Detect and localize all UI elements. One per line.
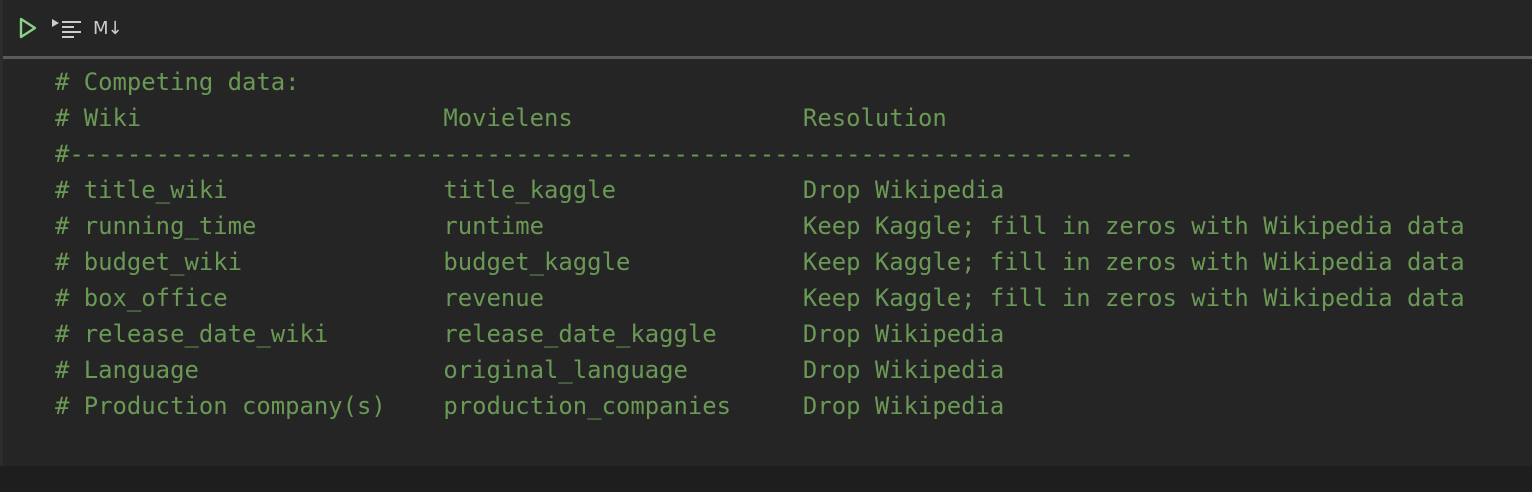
code-line: # box_office revenue Keep Kaggle; fill i… <box>55 284 1465 312</box>
notebook-cell[interactable]: M↓ # Competing data: # Wiki Movielens Res… <box>0 0 1532 466</box>
run-by-line-button[interactable] <box>49 14 83 42</box>
code-editor[interactable]: # Competing data: # Wiki Movielens Resolu… <box>55 64 1465 424</box>
code-line: # budget_wiki budget_kaggle Keep Kaggle;… <box>55 248 1465 276</box>
markdown-toggle-button[interactable]: M↓ <box>93 14 123 42</box>
cell-bottom-gap <box>0 466 1532 492</box>
code-line: # running_time runtime Keep Kaggle; fill… <box>55 212 1465 240</box>
code-line: #---------------------------------------… <box>55 140 1134 168</box>
code-line: # title_wiki title_kaggle Drop Wikipedia <box>55 176 1005 204</box>
code-line: # Language original_language Drop Wikipe… <box>55 356 1005 384</box>
code-line: # Competing data: <box>55 68 300 96</box>
run-by-line-icon <box>52 19 81 38</box>
code-line: # release_date_wiki release_date_kaggle … <box>55 320 1005 348</box>
code-line: # Wiki Movielens Resolution <box>55 104 947 132</box>
code-line: # Production company(s) production_compa… <box>55 392 1005 420</box>
run-cell-button[interactable] <box>17 14 39 42</box>
toolbar-divider <box>3 56 1532 59</box>
cell-toolbar: M↓ <box>3 0 1532 56</box>
play-icon <box>19 17 37 39</box>
